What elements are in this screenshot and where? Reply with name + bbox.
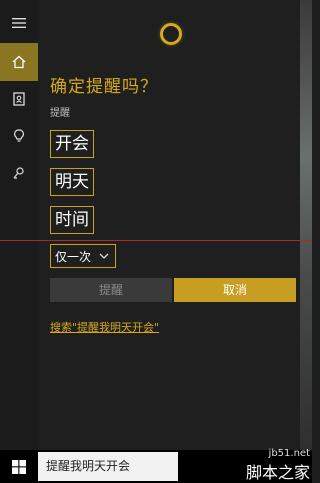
start-button[interactable] <box>0 450 38 483</box>
left-nav-rail <box>0 0 38 450</box>
watermark-brand: 脚本之家 <box>245 463 310 482</box>
reminder-section-label: 提醒 <box>50 108 70 119</box>
nav-tips[interactable] <box>0 117 38 155</box>
lightbulb-icon <box>14 129 24 142</box>
taskbar-search-input[interactable]: 提醒我明天开会 <box>38 452 178 481</box>
hamburger-icon <box>12 18 26 28</box>
feedback-icon <box>13 167 24 179</box>
repeat-dropdown[interactable]: 仅一次 <box>50 244 116 268</box>
desktop-background-strip <box>300 0 312 450</box>
notebook-icon <box>13 92 25 106</box>
reminder-question: 确定提醒吗？ <box>50 77 158 97</box>
search-web-link[interactable]: 搜索"提醒我明天开会" <box>50 319 159 335</box>
nav-feedback[interactable] <box>0 154 38 192</box>
watermark-url: jb51.net <box>268 448 310 459</box>
remind-button[interactable]: 提醒 <box>50 278 172 302</box>
nav-home[interactable] <box>0 43 38 81</box>
cortana-logo-icon <box>160 23 182 45</box>
home-icon <box>12 55 26 69</box>
nav-notebook[interactable] <box>0 80 38 118</box>
repeat-value: 仅一次 <box>55 249 92 264</box>
windows-logo-icon <box>12 459 26 474</box>
site-watermark: jb51.net 脚本之家 <box>246 448 310 483</box>
cancel-button[interactable]: 取消 <box>174 278 296 302</box>
reminder-subject-field[interactable]: 开会 <box>50 130 94 158</box>
red-divider-line <box>0 240 312 241</box>
hamburger-button[interactable] <box>0 4 38 42</box>
reminder-date-field[interactable]: 明天 <box>50 168 94 196</box>
reminder-time-field[interactable]: 时间 <box>50 206 94 234</box>
chevron-down-icon <box>99 253 109 259</box>
